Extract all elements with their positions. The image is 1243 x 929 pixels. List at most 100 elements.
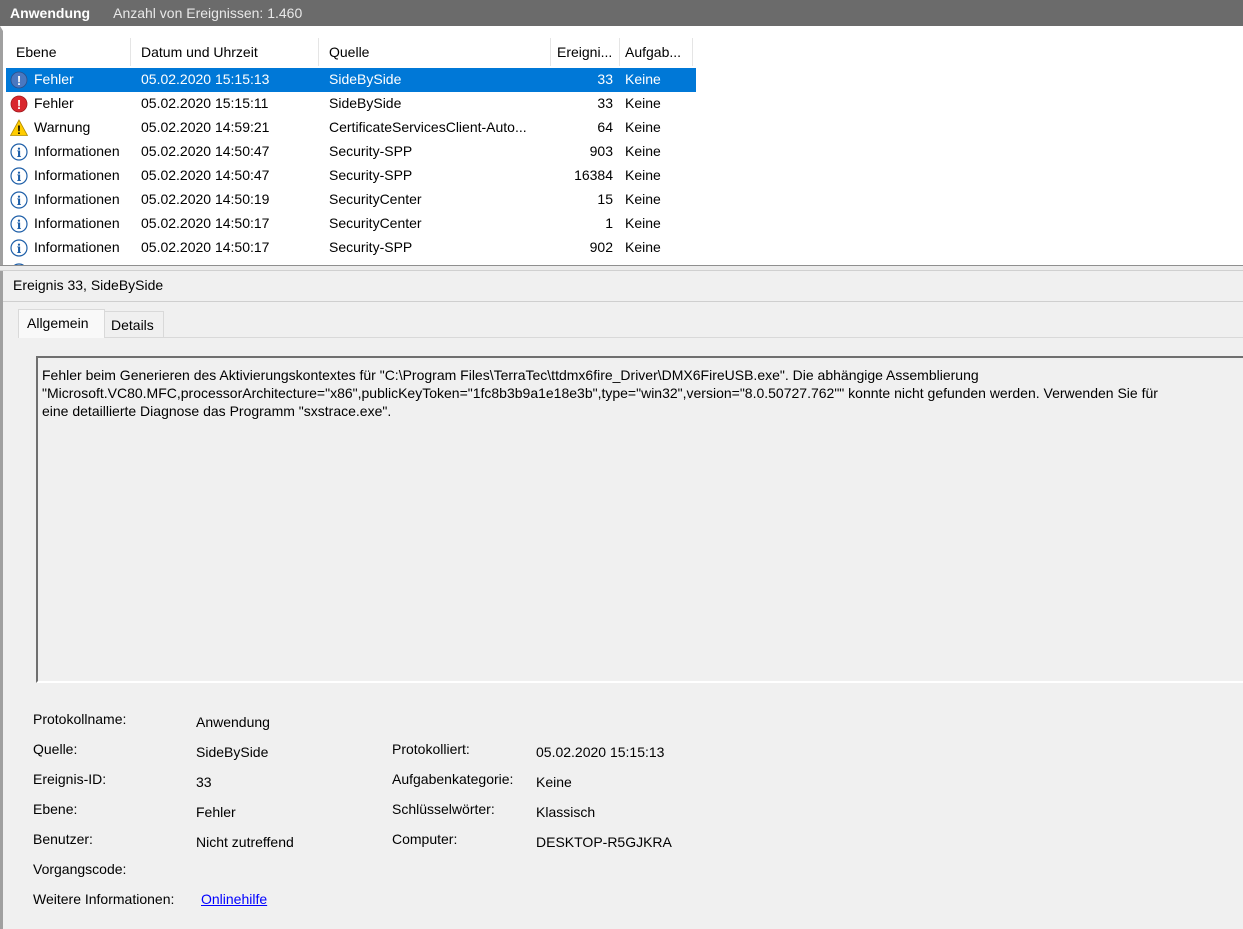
level-value: Fehler bbox=[196, 804, 236, 820]
logged-value: 05.02.2020 15:15:13 bbox=[536, 744, 665, 760]
event-rows: ! Fehler 05.02.2020 15:15:13 SideBySide 33 Ke… bbox=[6, 68, 1243, 265]
event-task: Keine bbox=[625, 119, 661, 135]
event-source: Security-SPP bbox=[329, 167, 413, 183]
event-datetime: 05.02.2020 14:50:19 bbox=[141, 191, 270, 207]
svg-text:!: ! bbox=[17, 123, 21, 137]
svg-text:i: i bbox=[17, 146, 22, 160]
event-detail-pane: Ereignis 33, SideBySide Allgemein Detail… bbox=[0, 271, 1243, 929]
event-row[interactable]: i Informationen 05.02.2020 14:50:19 Securit… bbox=[6, 188, 696, 212]
svg-text:i: i bbox=[17, 242, 22, 256]
info-icon: i bbox=[10, 143, 28, 161]
task-category-value: Keine bbox=[536, 774, 572, 790]
info-icon: i bbox=[10, 215, 28, 233]
column-separator[interactable] bbox=[318, 38, 319, 66]
svg-text:i: i bbox=[17, 170, 22, 184]
event-row[interactable]: i Informationen 05.02.2020 14:50:17 Securit… bbox=[6, 236, 696, 260]
log-title: Anwendung bbox=[10, 5, 91, 21]
info-icon: i bbox=[10, 239, 28, 257]
event-datetime: 05.02.2020 14:50:17 bbox=[141, 215, 270, 231]
event-source: SecurityCenter bbox=[329, 191, 422, 207]
event-level: Informationen bbox=[34, 239, 120, 255]
column-separator[interactable] bbox=[619, 38, 620, 66]
event-level: Informationen bbox=[34, 191, 120, 207]
event-datetime: 05.02.2020 14:50:47 bbox=[141, 167, 270, 183]
event-message-line: eine detaillierte Diagnose das Programm … bbox=[42, 403, 392, 419]
logged-label: Protokolliert: bbox=[392, 741, 470, 757]
event-datetime: 05.02.2020 14:50:47 bbox=[141, 143, 270, 159]
event-level: Warnung bbox=[34, 119, 91, 135]
online-help-link[interactable]: Onlinehilfe bbox=[201, 891, 267, 907]
event-task: Keine bbox=[625, 215, 661, 231]
column-separator[interactable] bbox=[550, 38, 551, 66]
event-task: Keine bbox=[625, 71, 661, 87]
warning-icon: ! bbox=[10, 119, 28, 137]
event-row[interactable]: ! Fehler 05.02.2020 15:15:13 SideBySide 33 Ke… bbox=[6, 68, 696, 92]
event-id: 33 bbox=[597, 71, 613, 87]
tab-details[interactable]: Details bbox=[104, 311, 164, 337]
event-row[interactable]: i Informationen 05.02.2020 14:50:17 Securit… bbox=[6, 212, 696, 236]
error-icon: ! bbox=[10, 71, 28, 89]
event-id: 903 bbox=[589, 143, 613, 159]
computer-value: DESKTOP-R5GJKRA bbox=[536, 834, 672, 850]
event-task: Keine bbox=[625, 167, 661, 183]
event-task: Keine bbox=[625, 95, 661, 111]
event-level: Informationen bbox=[34, 215, 120, 231]
log-name-value: Anwendung bbox=[196, 714, 270, 730]
event-source: SecurityCenter bbox=[329, 215, 422, 231]
more-info-label: Weitere Informationen: bbox=[33, 891, 175, 907]
opcode-label: Vorgangscode: bbox=[33, 861, 127, 877]
keywords-value: Klassisch bbox=[536, 804, 596, 820]
task-category-label: Aufgabenkategorie: bbox=[392, 771, 514, 787]
event-id: 16384 bbox=[574, 167, 613, 183]
column-header-source[interactable]: Quelle bbox=[329, 44, 369, 60]
column-header-task[interactable]: Aufgab... bbox=[625, 44, 681, 60]
event-level: Informationen bbox=[34, 167, 120, 183]
event-row[interactable]: ! Fehler 05.02.2020 15:15:11 SideBySide 33 Ke… bbox=[6, 92, 696, 116]
info-icon: i bbox=[10, 191, 28, 209]
source-label: Quelle: bbox=[33, 741, 78, 757]
column-separator[interactable] bbox=[692, 38, 693, 66]
event-detail-title: Ereignis 33, SideBySide bbox=[13, 277, 164, 293]
event-id: 902 bbox=[589, 239, 613, 255]
level-label: Ebene: bbox=[33, 801, 78, 817]
user-value: Nicht zutreffend bbox=[196, 834, 294, 850]
event-row[interactable]: i Informationen 05.02.2020 14:50:47 Securit… bbox=[6, 140, 696, 164]
event-id: 33 bbox=[597, 95, 613, 111]
svg-text:!: ! bbox=[17, 97, 21, 112]
event-task: Keine bbox=[625, 143, 661, 159]
event-id: 1 bbox=[605, 215, 613, 231]
source-value: SideBySide bbox=[196, 744, 269, 760]
general-tab-panel: Fehler beim Generieren des Aktivierungsk… bbox=[18, 337, 1243, 929]
event-message-line: "Microsoft.VC80.MFC,processorArchitectur… bbox=[42, 385, 1158, 401]
computer-label: Computer: bbox=[392, 831, 458, 847]
event-message-box[interactable]: Fehler beim Generieren des Aktivierungsk… bbox=[36, 356, 1243, 683]
event-level: Fehler bbox=[34, 71, 74, 87]
event-datetime: 05.02.2020 14:50:17 bbox=[141, 239, 270, 255]
event-source: SideBySide bbox=[329, 71, 402, 87]
user-label: Benutzer: bbox=[33, 831, 93, 847]
event-datetime: 05.02.2020 15:15:11 bbox=[141, 95, 269, 111]
error-icon: ! bbox=[10, 95, 28, 113]
event-source: Security-SPP bbox=[329, 239, 413, 255]
event-datetime: 05.02.2020 14:59:21 bbox=[141, 119, 270, 135]
column-header-datetime[interactable]: Datum und Uhrzeit bbox=[141, 44, 258, 60]
column-header-event-id[interactable]: Ereigni... bbox=[557, 44, 612, 60]
column-headers: Ebene Datum und Uhrzeit Quelle Ereigni..… bbox=[6, 36, 1243, 68]
event-source: Security-SPP bbox=[329, 143, 413, 159]
event-id-value: 33 bbox=[196, 774, 212, 790]
column-separator[interactable] bbox=[130, 38, 131, 66]
svg-text:!: ! bbox=[17, 73, 21, 88]
tab-general[interactable]: Allgemein bbox=[18, 309, 105, 338]
event-source: SideBySide bbox=[329, 95, 402, 111]
column-header-level[interactable]: Ebene bbox=[16, 44, 56, 60]
event-row[interactable]: ! Warnung 05.02.2020 14:59:21 CertificateSe… bbox=[6, 116, 696, 140]
event-datetime: 05.02.2020 15:15:13 bbox=[141, 71, 270, 87]
event-level: Informationen bbox=[34, 143, 120, 159]
event-list[interactable]: Ebene Datum und Uhrzeit Quelle Ereigni..… bbox=[0, 26, 1243, 265]
event-row[interactable]: i Informationen 05.02.2020 14:50:47 Securit… bbox=[6, 164, 696, 188]
log-header: Anwendung Anzahl von Ereignissen: 1.460 bbox=[0, 0, 1243, 26]
info-icon: i bbox=[10, 167, 28, 185]
event-message-line: Fehler beim Generieren des Aktivierungsk… bbox=[42, 367, 979, 383]
event-task: Keine bbox=[625, 239, 661, 255]
event-level: Fehler bbox=[34, 95, 74, 111]
